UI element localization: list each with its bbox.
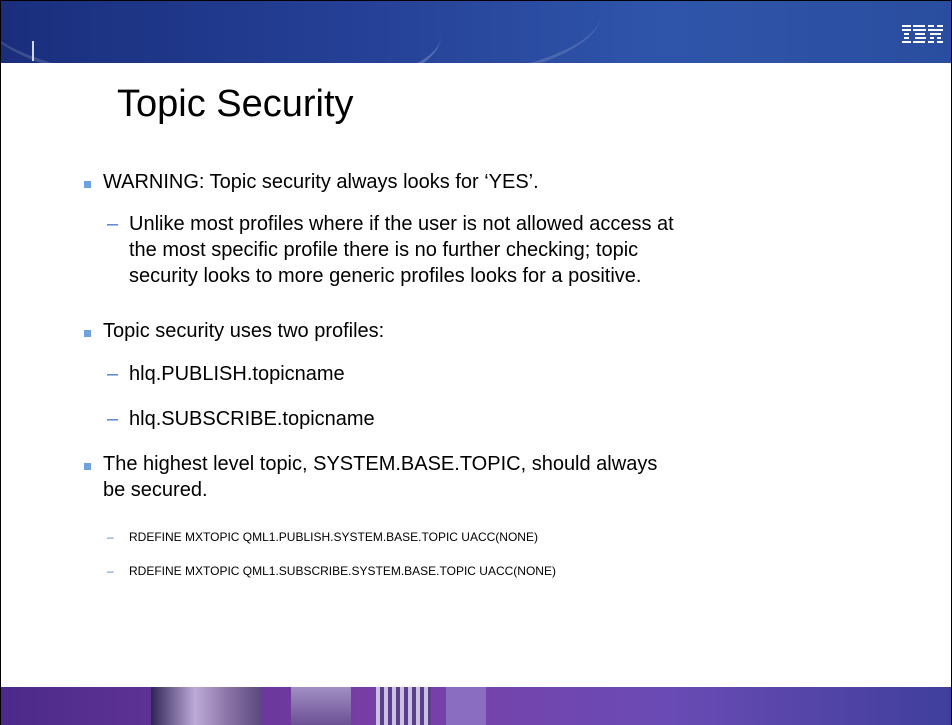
slide-title: Topic Security	[117, 83, 354, 125]
bullet-text: The highest level topic, SYSTEM.BASE.TOP…	[103, 453, 658, 475]
sub-bullet-dash: –	[107, 363, 119, 385]
bullet-marker	[84, 463, 91, 470]
sub-bullet-line: the most specific profile there is no fu…	[129, 239, 639, 261]
sub-bullet-dash: –	[107, 213, 119, 235]
sub-bullet-dash: –	[107, 564, 114, 578]
sub-bullet-line: security looks to more generic profiles …	[129, 265, 642, 287]
sub-bullet-line: RDEFINE MXTOPIC QML1.SUBSCRIBE.SYSTEM.BA…	[129, 564, 556, 578]
bullet-marker	[84, 181, 91, 188]
bullet-marker	[84, 330, 91, 337]
sub-bullet-line: Unlike most profiles where if the user i…	[129, 213, 674, 235]
sub-bullet-line: RDEFINE MXTOPIC QML1.PUBLISH.SYSTEM.BASE…	[129, 530, 538, 544]
bullet-text: WARNING: Topic security always looks for…	[103, 171, 539, 193]
sub-bullet-line: hlq.PUBLISH.topicname	[129, 363, 345, 385]
top-banner	[1, 1, 951, 111]
banner-photo	[376, 687, 431, 725]
ibm-logo	[902, 25, 943, 43]
sub-bullet-dash: –	[107, 408, 119, 430]
bottom-banner	[1, 687, 951, 725]
sub-bullet-dash: –	[107, 530, 114, 544]
sub-bullet-line: hlq.SUBSCRIBE.topicname	[129, 408, 375, 430]
banner-photo	[291, 687, 351, 725]
banner-tick-mark	[32, 41, 34, 61]
bullet-text: be secured.	[103, 479, 208, 501]
slide: Topic Security WARNING: Topic security a…	[0, 0, 952, 725]
banner-photo	[446, 687, 486, 725]
bullet-text: Topic security uses two profiles:	[103, 320, 385, 342]
banner-photo	[151, 687, 261, 725]
